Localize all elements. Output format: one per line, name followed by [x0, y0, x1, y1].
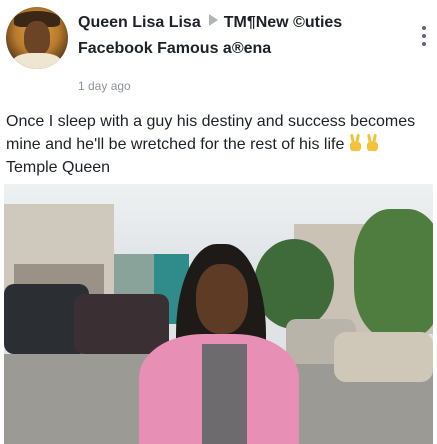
group-name-part1[interactable]: TM¶New ©uties	[224, 14, 342, 31]
post-photo[interactable]	[4, 184, 433, 444]
arrow-right-icon	[208, 14, 218, 26]
photo-person-shirt	[202, 344, 247, 444]
photo-car	[74, 294, 169, 354]
avatar-shirt	[12, 53, 62, 69]
group-name-part2[interactable]: Facebook Famous a®ena	[78, 40, 271, 58]
post-header-line1: Queen Lisa Lisa TM¶New ©uties	[78, 14, 342, 32]
photo-person-face	[196, 264, 248, 334]
victory-hand-emoji	[349, 133, 362, 151]
facebook-post: Queen Lisa Lisa TM¶New ©uties Facebook Fa…	[0, 0, 437, 444]
post-signature: Temple Queen	[6, 159, 111, 176]
more-vertical-icon[interactable]	[421, 26, 427, 46]
author-avatar[interactable]	[6, 7, 68, 69]
author-name[interactable]: Queen Lisa Lisa	[78, 14, 201, 31]
victory-hand-emoji	[366, 133, 379, 151]
post-body: Once I sleep with a guy his destiny and …	[6, 110, 431, 179]
photo-tree	[354, 209, 433, 339]
avatar-face	[24, 21, 50, 55]
photo-tree	[254, 239, 334, 329]
photo-car	[334, 332, 433, 382]
post-timestamp[interactable]: 1 day ago	[78, 79, 131, 93]
